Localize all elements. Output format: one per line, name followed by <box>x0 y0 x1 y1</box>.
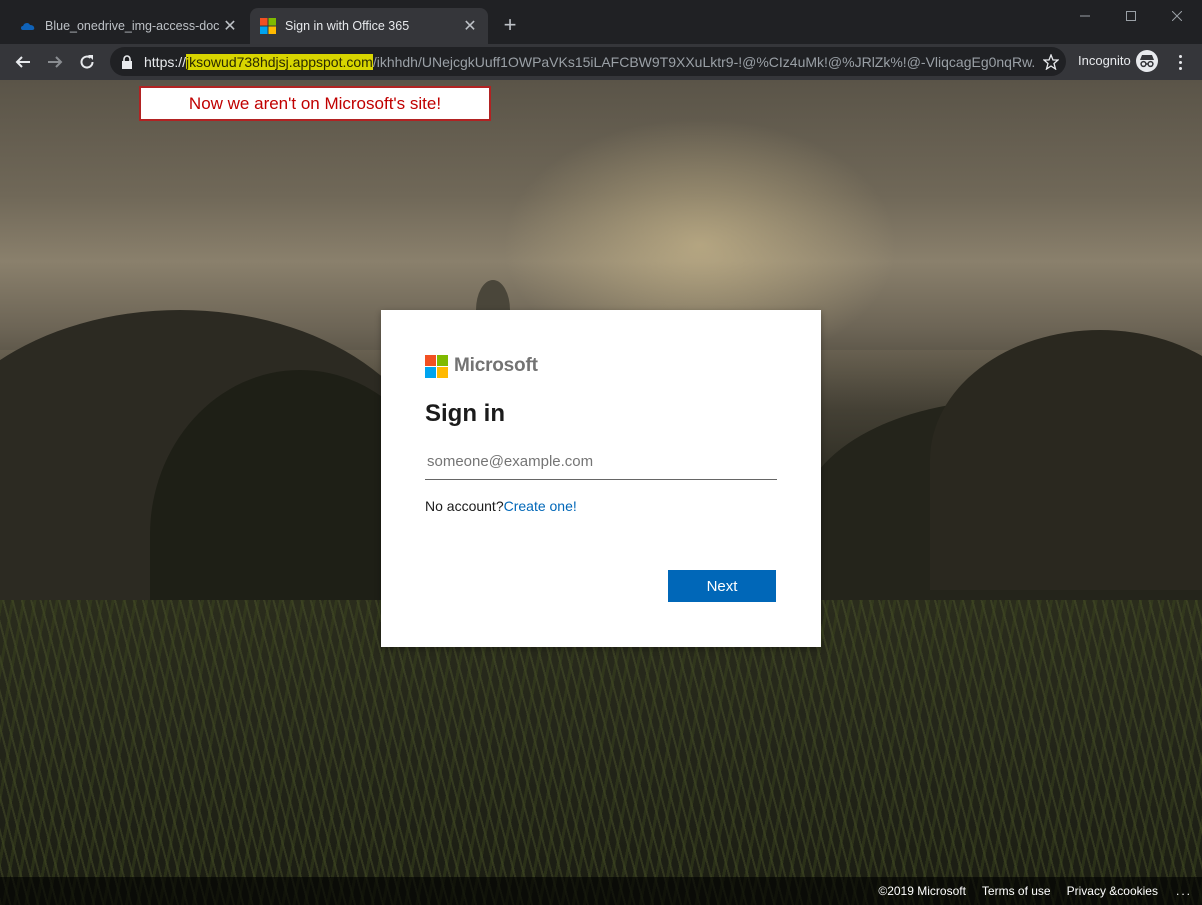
reload-icon[interactable] <box>73 48 101 76</box>
maximize-icon[interactable] <box>1108 4 1154 28</box>
url-scheme: https:// <box>144 53 187 70</box>
incognito-icon[interactable] <box>1136 50 1158 72</box>
tab-onedrive[interactable]: Blue_onedrive_img-access-docur ✕ <box>8 8 248 44</box>
copyright-text: ©2019 Microsoft <box>878 884 966 898</box>
url-text: https://jksowud738hdjsj.appspot.com/ikhh… <box>144 53 1036 70</box>
page-background: Now we aren't on Microsoft's site! Micro… <box>0 80 1202 905</box>
url-host: jksowud738hdjsj.appspot.com <box>186 53 373 70</box>
close-icon[interactable]: ✕ <box>460 16 480 36</box>
back-arrow-icon[interactable] <box>9 48 37 76</box>
no-account-label: No account? <box>425 498 504 514</box>
page-footer: ©2019 Microsoft Terms of use Privacy &co… <box>0 877 1202 905</box>
new-tab-button[interactable]: + <box>498 14 522 38</box>
incognito-label: Incognito <box>1078 53 1131 68</box>
tab-strip: Blue_onedrive_img-access-docur ✕ Sign in… <box>0 0 1202 44</box>
forward-arrow-icon[interactable] <box>41 48 69 76</box>
browser-toolbar: https://jksowud738hdjsj.appspot.com/ikhh… <box>0 44 1202 80</box>
more-options-icon[interactable]: ... <box>1176 884 1192 898</box>
onedrive-cloud-icon <box>20 18 36 34</box>
window-close-icon[interactable] <box>1154 4 1200 28</box>
more-menu-icon[interactable] <box>1170 50 1190 74</box>
address-bar[interactable]: https://jksowud738hdjsj.appspot.com/ikhh… <box>110 47 1066 76</box>
page-title: Sign in <box>425 400 505 427</box>
no-account-text: No account?Create one! <box>425 498 777 514</box>
bookmark-star-icon[interactable] <box>1036 48 1066 76</box>
microsoft-logo-icon <box>425 354 448 378</box>
microsoft-logo: Microsoft <box>425 354 777 378</box>
lock-icon[interactable] <box>120 54 134 69</box>
minimize-icon[interactable] <box>1062 4 1108 28</box>
next-button[interactable]: Next <box>668 570 776 602</box>
email-field[interactable] <box>425 444 777 480</box>
brand-name: Microsoft <box>454 355 538 376</box>
signin-card: Microsoft Sign in No account?Create one!… <box>381 310 821 647</box>
tab-title: Blue_onedrive_img-access-docur <box>45 19 220 33</box>
url-path: /ikhhdh/UNejcgkUuff1OWPaVKs15iLAFCBW9T9X… <box>372 53 1036 70</box>
tab-signin[interactable]: Sign in with Office 365 ✕ <box>250 8 488 44</box>
annotation-warning: Now we aren't on Microsoft's site! <box>139 86 491 121</box>
terms-link[interactable]: Terms of use <box>982 884 1051 898</box>
microsoft-logo-icon <box>260 18 276 34</box>
close-icon[interactable]: ✕ <box>220 16 240 36</box>
privacy-link[interactable]: Privacy &cookies <box>1067 884 1158 898</box>
tab-title: Sign in with Office 365 <box>285 19 410 33</box>
create-account-link[interactable]: Create one! <box>504 498 577 514</box>
